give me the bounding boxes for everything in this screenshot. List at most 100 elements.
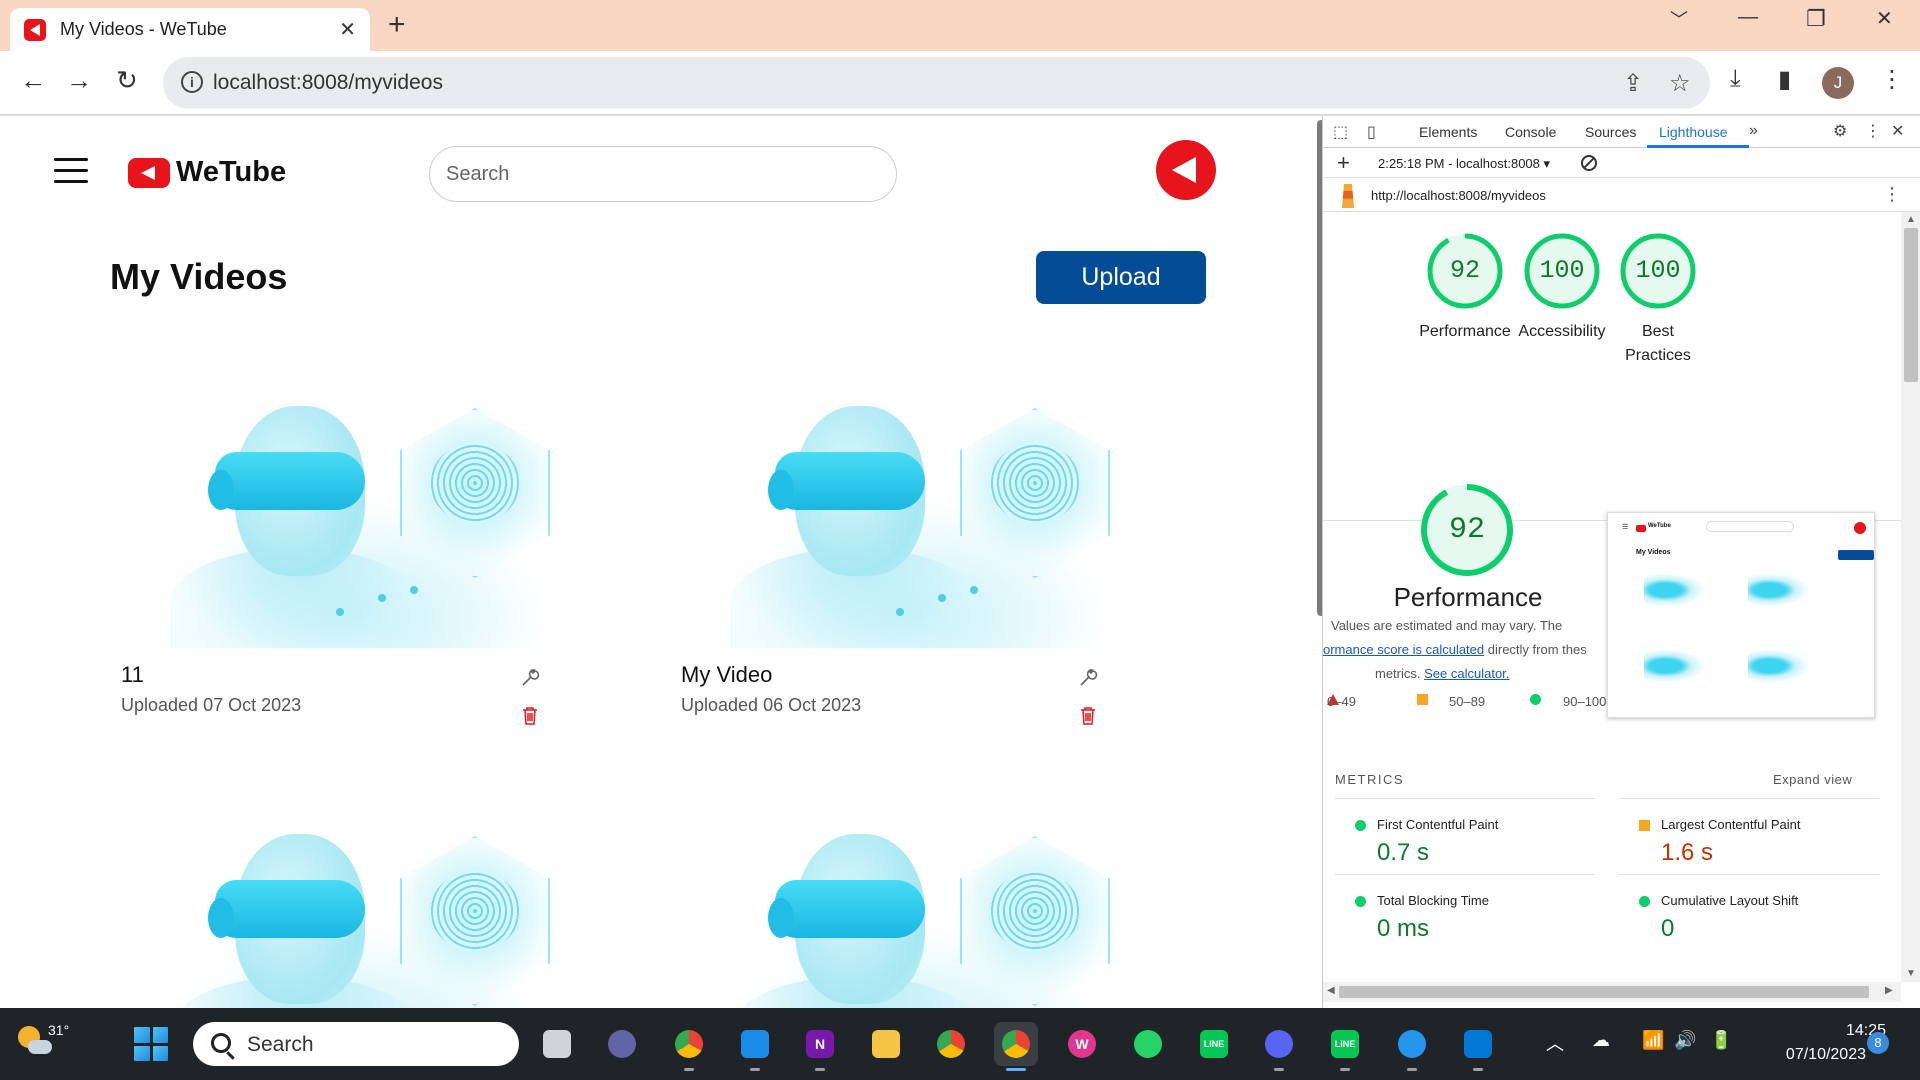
video-title[interactable]: 11	[121, 662, 144, 688]
site-info-icon[interactable]: i	[181, 71, 203, 93]
accessibility-gauge[interactable]: 100	[1523, 232, 1601, 310]
file-explorer-icon[interactable]	[864, 1022, 908, 1066]
search-input[interactable]	[429, 146, 897, 202]
new-report-icon[interactable]: +	[1337, 150, 1350, 176]
tab-elements[interactable]: Elements	[1419, 124, 1477, 140]
onenote-icon[interactable]: N	[798, 1022, 842, 1071]
wetube-favicon-icon	[24, 18, 46, 41]
devtools-scrollbar-thumb[interactable]	[1904, 228, 1918, 382]
see-calculator-link[interactable]: See calculator.	[1424, 666, 1509, 681]
clock-date[interactable]: 07/10/2023	[1738, 1046, 1866, 1064]
docker-icon[interactable]	[1390, 1022, 1434, 1071]
devtools-horizontal-scrollbar[interactable]: ◀ ▶	[1323, 982, 1901, 1002]
chrome-icon[interactable]	[667, 1022, 711, 1071]
download-icon[interactable]: ⤓	[1730, 65, 1741, 93]
user-menu-button[interactable]	[1156, 140, 1216, 200]
scroll-down-icon[interactable]: ▼	[1906, 968, 1916, 979]
best-practices-label[interactable]: Best Practices	[1593, 320, 1723, 368]
video-thumbnail[interactable]	[110, 826, 610, 1008]
browser-menu-icon[interactable]: ⋮	[1880, 65, 1904, 94]
tab-console[interactable]: Console	[1505, 124, 1556, 140]
trash-delete-icon[interactable]	[521, 706, 539, 726]
performance-gauge[interactable]: 92	[1426, 232, 1504, 310]
lighthouse-report: 92 Performance 100 Accessibility 100 Bes…	[1323, 212, 1901, 982]
reload-icon[interactable]: ↻	[116, 65, 138, 95]
trash-delete-icon[interactable]	[1079, 706, 1097, 726]
page-screenshot-preview[interactable]: ☰ WeTube My Videos	[1607, 512, 1875, 718]
notification-badge[interactable]: 8	[1867, 1032, 1889, 1054]
tab-search-chevron-icon[interactable]: ﹀	[1670, 6, 1688, 32]
share-icon[interactable]: ⇪	[1623, 69, 1643, 98]
task-view-icon[interactable]	[535, 1022, 579, 1066]
video-title[interactable]: My Video	[681, 662, 772, 688]
profile-avatar[interactable]: J	[1822, 67, 1854, 99]
devtools-vertical-scrollbar[interactable]: ▲ ▼	[1901, 212, 1920, 982]
more-tabs-icon[interactable]: »	[1749, 122, 1758, 140]
wifi-icon[interactable]: 📶	[1642, 1030, 1664, 1051]
volume-icon[interactable]: 🔊	[1674, 1030, 1696, 1051]
expand-view-toggle[interactable]: Expand view	[1773, 772, 1852, 787]
tab-sources[interactable]: Sources	[1585, 124, 1636, 140]
vscode-icon[interactable]	[1456, 1022, 1500, 1071]
chrome-active-icon[interactable]	[994, 1022, 1038, 1071]
restore-icon[interactable]: ❐	[1806, 6, 1826, 32]
wetube-logo[interactable]: WeTube	[128, 156, 286, 189]
forward-arrow-icon[interactable]: →	[66, 65, 92, 95]
best-practices-gauge[interactable]: 100	[1619, 232, 1697, 310]
line-icon[interactable]: LINE	[1192, 1022, 1236, 1066]
browser-titlebar: My Videos - WeTube ✕ + ﹀ — ❐ ✕	[0, 0, 1920, 51]
hamburger-menu-icon[interactable]	[54, 158, 88, 183]
score-calculation-link[interactable]: ormance score is calculated	[1323, 642, 1484, 657]
new-tab-icon[interactable]: +	[388, 8, 406, 42]
scroll-right-icon[interactable]: ▶	[1885, 985, 1893, 996]
scroll-up-icon[interactable]: ▲	[1906, 214, 1916, 225]
scroll-left-icon[interactable]: ◀	[1327, 985, 1335, 996]
video-thumbnail[interactable]	[110, 398, 610, 648]
browser-tab[interactable]: My Videos - WeTube ✕	[10, 8, 370, 51]
discord-icon[interactable]	[1257, 1022, 1301, 1071]
line-2-icon[interactable]: LINE	[1323, 1022, 1367, 1071]
devtools-hscrollbar-thumb[interactable]	[1339, 986, 1869, 998]
close-devtools-icon[interactable]: ✕	[1891, 121, 1904, 141]
windows-start-icon[interactable]	[134, 1027, 168, 1061]
address-bar[interactable]: i localhost:8008/myvideos ⇪ ☆	[163, 57, 1710, 109]
tab-lighthouse[interactable]: Lighthouse	[1659, 124, 1728, 140]
taskbar-search[interactable]: Search	[193, 1022, 519, 1066]
report-selector[interactable]: 2:25:18 PM - localhost:8008 ▾	[1378, 156, 1550, 172]
whatsapp-icon[interactable]	[1126, 1022, 1170, 1066]
show-hidden-icons-chevron-icon[interactable]: ︿	[1546, 1030, 1564, 1056]
side-panel-icon[interactable]: ▮	[1778, 65, 1791, 94]
video-card[interactable]: My Video Uploaded 06 Oct 2023	[670, 398, 1170, 738]
clear-reports-icon[interactable]	[1581, 155, 1597, 171]
metric-value: 0.7 s	[1377, 839, 1430, 866]
mail-icon[interactable]	[733, 1022, 777, 1071]
video-card[interactable]	[110, 826, 610, 1008]
teams-chat-icon[interactable]	[600, 1022, 644, 1066]
video-card[interactable]: 11 Uploaded 07 Oct 2023	[110, 398, 610, 738]
close-tab-icon[interactable]: ✕	[339, 17, 356, 42]
devtools-menu-icon[interactable]: ⋮	[1865, 121, 1881, 141]
wps-office-icon[interactable]: W	[1060, 1022, 1104, 1066]
weather-widget[interactable]: 31°	[14, 1022, 69, 1062]
onedrive-icon[interactable]: ☁	[1592, 1030, 1610, 1051]
inspect-element-icon[interactable]: ⬚	[1333, 122, 1348, 142]
pass-circle-icon	[1639, 896, 1650, 907]
video-upload-date: Uploaded 06 Oct 2023	[681, 695, 862, 715]
upload-button[interactable]: Upload	[1036, 251, 1206, 304]
report-menu-icon[interactable]: ⋮	[1883, 184, 1901, 205]
minimize-icon[interactable]: —	[1738, 6, 1758, 29]
back-arrow-icon[interactable]: ←	[20, 65, 46, 95]
close-window-icon[interactable]: ✕	[1876, 6, 1893, 31]
device-toolbar-icon[interactable]: ▯	[1367, 122, 1376, 142]
performance-desc-tail: directly from thes	[1484, 642, 1587, 657]
video-card[interactable]	[670, 826, 1170, 1008]
wrench-edit-icon[interactable]	[1078, 668, 1098, 688]
chrome-profile-icon[interactable]	[929, 1022, 973, 1066]
settings-gear-icon[interactable]: ⚙	[1833, 121, 1847, 141]
battery-icon[interactable]: 🔋	[1710, 1030, 1732, 1051]
wrench-edit-icon[interactable]	[520, 668, 540, 688]
address-url[interactable]: localhost:8008/myvideos	[213, 71, 443, 95]
bookmark-star-icon[interactable]: ☆	[1669, 69, 1691, 98]
video-thumbnail[interactable]	[670, 826, 1170, 1008]
video-thumbnail[interactable]	[670, 398, 1170, 648]
